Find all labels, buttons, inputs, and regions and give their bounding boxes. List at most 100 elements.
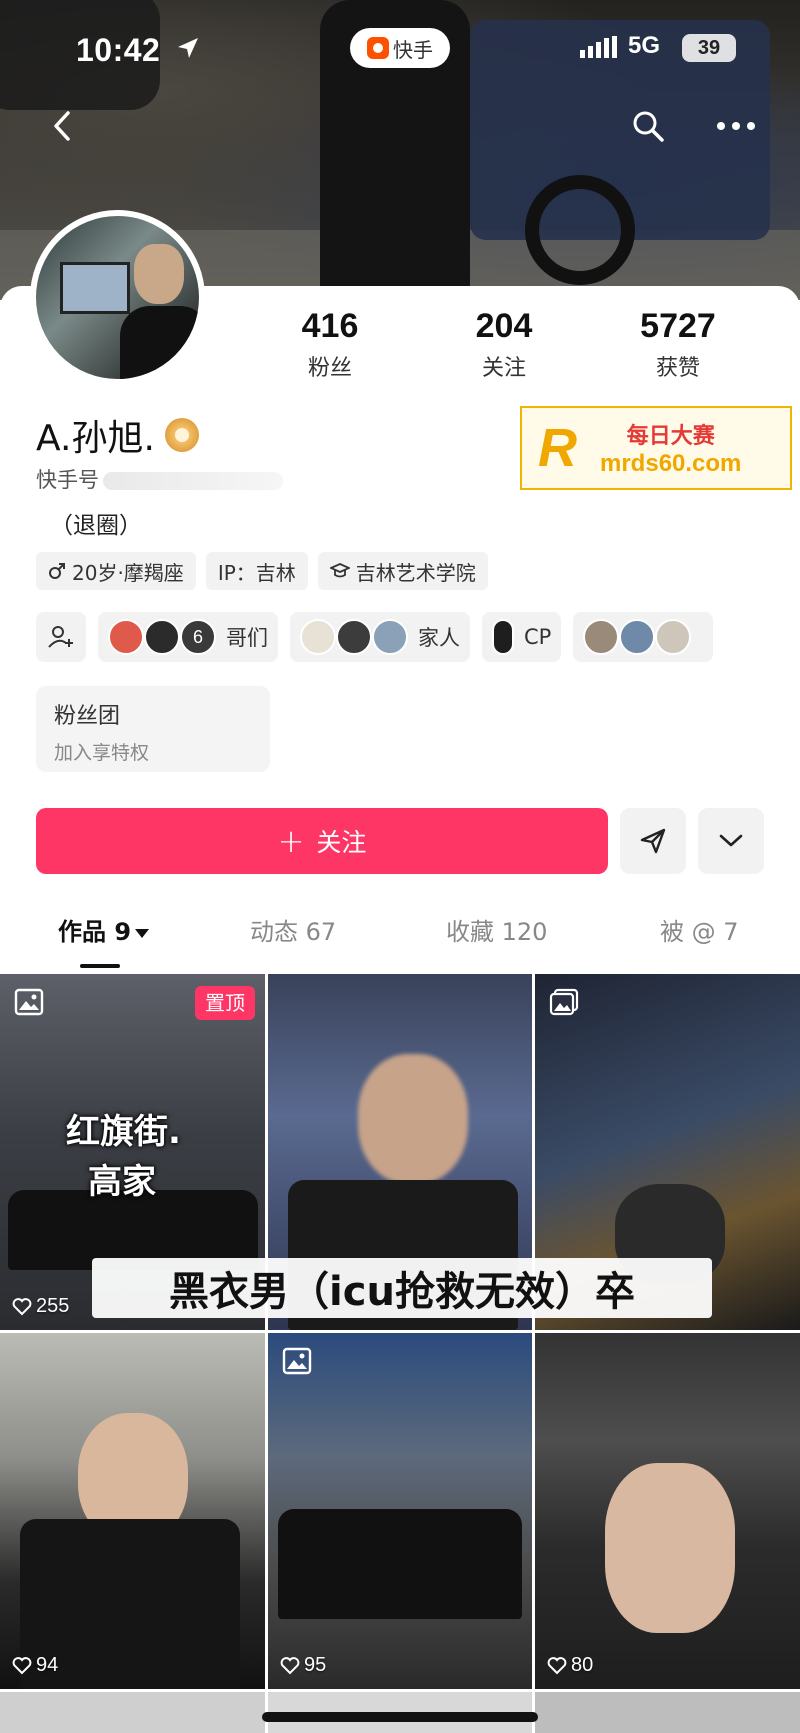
overlay-caption: 黑衣男（icu抢救无效）卒 bbox=[92, 1258, 712, 1318]
watermark-text: 每日大赛 mrds60.com bbox=[600, 418, 741, 478]
tag-ip: IP：吉林 bbox=[205, 552, 308, 590]
tile-likes: 255 bbox=[12, 1295, 69, 1318]
stat-label: 获赞 bbox=[655, 356, 700, 381]
caret-down-icon bbox=[135, 928, 150, 938]
fan-club-card[interactable]: 粉丝团 加入享特权 bbox=[36, 686, 270, 772]
fan-club-subtitle: 加入享特权 bbox=[54, 742, 150, 764]
tile-likes: 80 bbox=[547, 1654, 593, 1677]
back-button[interactable] bbox=[40, 104, 84, 148]
tab-favorites[interactable]: 收藏 120 bbox=[446, 912, 547, 947]
member-avatar bbox=[372, 619, 408, 655]
tag-school[interactable]: 吉林艺术学院 bbox=[317, 552, 488, 590]
watermark-line2: mrds60.com bbox=[600, 450, 742, 477]
tab-works[interactable]: 作品 9 bbox=[58, 912, 150, 947]
stat-likes[interactable]: 5727 获赞 bbox=[608, 306, 748, 382]
member-avatar bbox=[144, 619, 180, 655]
multi-image-icon bbox=[549, 988, 579, 1016]
tile-crowd-shape bbox=[278, 1509, 522, 1619]
heart-icon bbox=[547, 1656, 567, 1674]
tile-overlay-text: 高家 bbox=[88, 1162, 156, 1202]
profile-bio: （退圈） bbox=[50, 513, 142, 539]
heart-icon bbox=[12, 1656, 32, 1674]
work-tile[interactable]: 94 bbox=[0, 1333, 265, 1689]
search-button[interactable] bbox=[626, 104, 670, 148]
follow-button[interactable]: + 关注 bbox=[36, 808, 608, 874]
group-more[interactable] bbox=[573, 612, 714, 662]
heart-icon bbox=[280, 1656, 300, 1674]
tile-likes: 95 bbox=[280, 1654, 326, 1677]
back-icon bbox=[54, 111, 70, 141]
fan-club-title: 粉丝团 bbox=[54, 704, 121, 729]
tile-likes: 94 bbox=[12, 1654, 58, 1677]
network-type: 5G bbox=[628, 32, 661, 59]
kuaishou-id[interactable]: 快手号 bbox=[36, 464, 283, 494]
medal-badge-icon[interactable] bbox=[164, 418, 199, 452]
avatar[interactable] bbox=[30, 210, 205, 385]
pinned-badge: 置顶 bbox=[195, 986, 255, 1020]
tag-age: 20岁·摩羯座 bbox=[36, 552, 196, 590]
member-avatar bbox=[336, 619, 372, 655]
kuaishou-logo-icon bbox=[367, 37, 389, 59]
kuaishou-id-redacted bbox=[103, 472, 283, 490]
avatar-body-shape bbox=[120, 306, 199, 379]
group-label: 哥们 bbox=[226, 626, 268, 650]
tile-like-count: 94 bbox=[36, 1654, 59, 1676]
add-friend-button[interactable] bbox=[36, 612, 86, 662]
tile-like-count: 80 bbox=[571, 1654, 594, 1676]
tab-label: 动态 67 bbox=[250, 918, 337, 946]
app-pill-label: 快手 bbox=[393, 37, 433, 62]
group-buddies[interactable]: 6 哥们 bbox=[98, 612, 278, 662]
tile-face-shape bbox=[358, 1054, 468, 1184]
expand-button[interactable] bbox=[698, 808, 764, 874]
member-avatar bbox=[619, 619, 656, 655]
member-avatar bbox=[300, 619, 336, 655]
work-tile[interactable] bbox=[0, 1692, 265, 1733]
profile-name: A.孙旭. bbox=[36, 418, 155, 459]
group-label: 家人 bbox=[418, 626, 460, 650]
watermark-banner: R 每日大赛 mrds60.com bbox=[520, 406, 792, 490]
share-button[interactable] bbox=[620, 808, 686, 874]
member-avatar bbox=[583, 619, 620, 655]
app-pill[interactable]: 快手 bbox=[350, 28, 450, 68]
avatar-monitor-shape bbox=[60, 262, 130, 314]
content-tabs: 作品 9 动态 67 收藏 120 被 @ 7 bbox=[0, 912, 800, 962]
profile-tags: 20岁·摩羯座 IP：吉林 吉林艺术学院 bbox=[36, 552, 488, 590]
watermark-line1: 每日大赛 bbox=[626, 424, 715, 449]
work-tile[interactable]: 80 bbox=[535, 1333, 800, 1689]
status-time: 10:42 bbox=[76, 32, 161, 68]
stat-following[interactable]: 204 关注 bbox=[434, 306, 574, 382]
tag-age-label: 20岁·摩羯座 bbox=[72, 560, 184, 585]
tag-school-label: 吉林艺术学院 bbox=[355, 560, 476, 585]
add-person-icon bbox=[48, 626, 73, 648]
stat-label: 关注 bbox=[481, 356, 526, 381]
kuaishou-id-label: 快手号 bbox=[36, 468, 99, 492]
work-tile[interactable]: 95 bbox=[268, 1333, 532, 1689]
active-tab-indicator bbox=[80, 964, 120, 968]
plus-icon: + bbox=[277, 822, 305, 860]
stat-fans[interactable]: 416 粉丝 bbox=[260, 306, 400, 382]
battery-indicator: 39 bbox=[682, 34, 736, 62]
home-indicator[interactable] bbox=[262, 1712, 538, 1722]
tile-overlay-text: 红旗街. bbox=[66, 1112, 181, 1152]
work-tile[interactable] bbox=[535, 1692, 800, 1733]
tile-like-count: 95 bbox=[304, 1654, 327, 1676]
graduation-cap-icon bbox=[329, 563, 350, 578]
tab-moments[interactable]: 动态 67 bbox=[250, 912, 336, 947]
tile-hand-shape bbox=[605, 1463, 735, 1633]
stat-label: 粉丝 bbox=[307, 356, 352, 381]
send-icon bbox=[640, 828, 666, 854]
heart-icon bbox=[12, 1297, 32, 1315]
group-family[interactable]: 家人 bbox=[290, 612, 470, 662]
avatar-face-shape bbox=[134, 244, 184, 304]
tab-mentions[interactable]: 被 @ 7 bbox=[660, 912, 739, 947]
follow-label: 关注 bbox=[316, 828, 367, 857]
more-button[interactable] bbox=[714, 104, 758, 148]
male-gender-icon bbox=[49, 563, 65, 579]
chevron-down-icon bbox=[719, 834, 743, 847]
watermark-logo-letter: R bbox=[538, 418, 577, 478]
stat-value: 416 bbox=[301, 307, 359, 345]
group-cp[interactable]: CP bbox=[482, 612, 562, 662]
signal-icon bbox=[580, 36, 617, 58]
tile-like-count: 255 bbox=[36, 1295, 70, 1317]
image-post-icon bbox=[282, 1347, 312, 1375]
